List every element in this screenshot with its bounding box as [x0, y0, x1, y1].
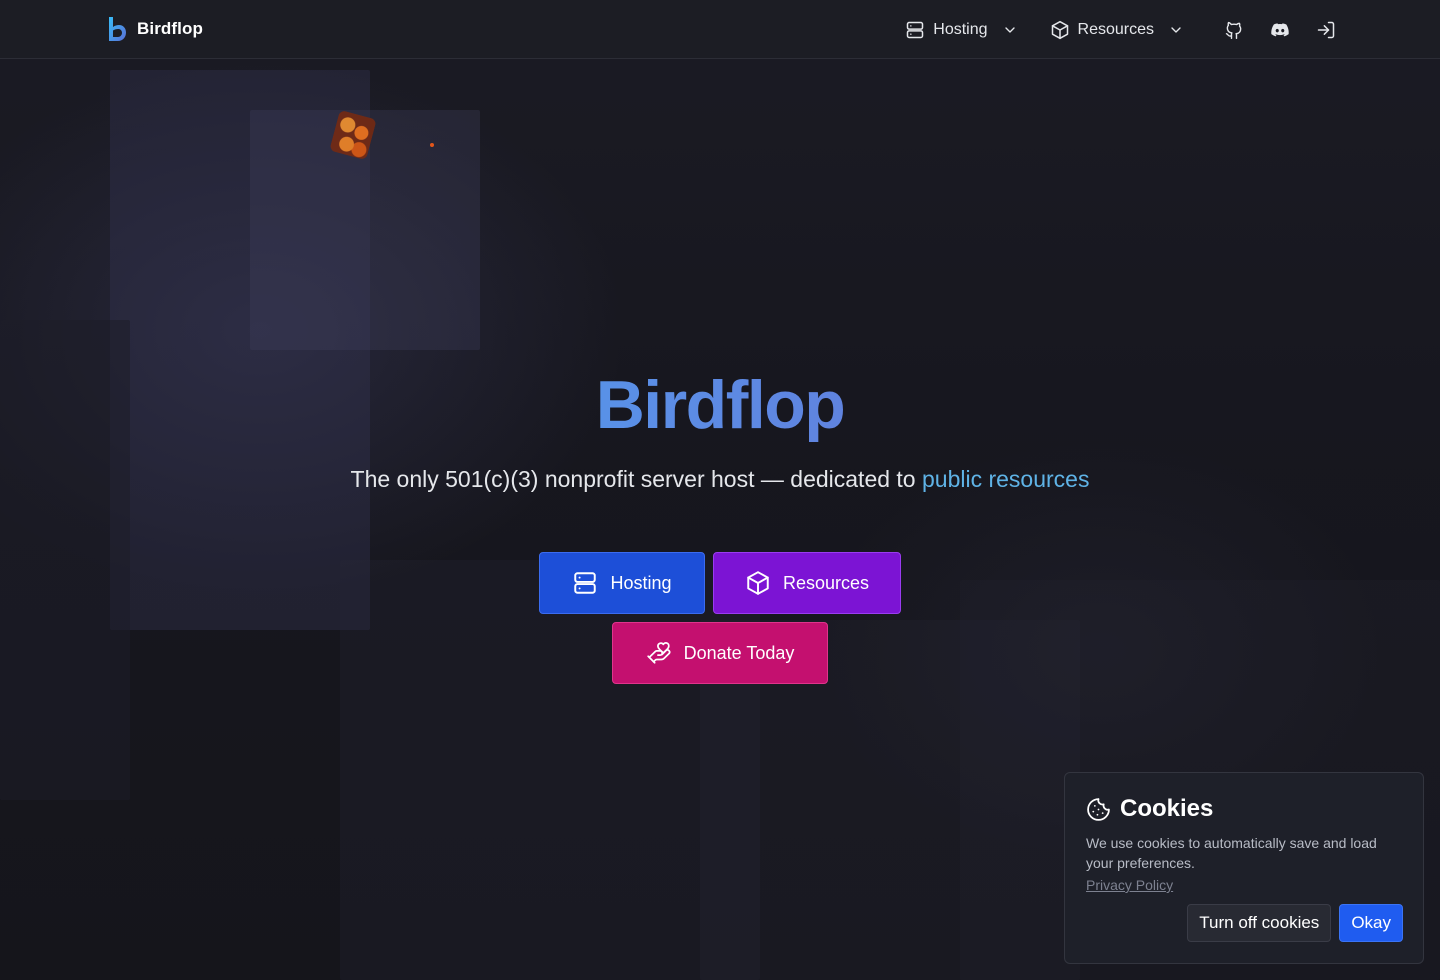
hosting-button[interactable]: Hosting: [539, 552, 705, 614]
privacy-policy-link[interactable]: Privacy Policy: [1086, 877, 1173, 893]
server-icon: [574, 572, 597, 594]
hero-title: Birdflop: [0, 366, 1440, 444]
hero-subtitle: The only 501(c)(3) nonprofit server host…: [0, 466, 1440, 493]
cookie-icon: [1087, 797, 1110, 821]
resources-button-label: Resources: [782, 572, 870, 593]
cookie-title: Cookies: [1120, 795, 1214, 822]
cube-icon: [747, 571, 769, 595]
resources-button[interactable]: Resources: [713, 552, 901, 614]
hero-subtitle-text: The only 501(c)(3) nonprofit server host…: [350, 466, 922, 492]
donate-button-label: Donate Today: [683, 642, 795, 663]
cookie-description: We use cookies to automatically save and…: [1086, 835, 1377, 871]
cookie-header: Cookies: [1086, 795, 1403, 823]
hand-heart-icon: [646, 642, 671, 664]
hosting-button-label: Hosting: [610, 572, 672, 593]
cookie-banner: Cookies We use cookies to automatically …: [1064, 772, 1424, 964]
donate-button[interactable]: Donate Today: [612, 622, 828, 684]
turn-off-cookies-button[interactable]: Turn off cookies: [1187, 904, 1332, 942]
okay-button[interactable]: Okay: [1339, 904, 1403, 942]
cookie-actions: Turn off cookies Okay: [1187, 904, 1403, 942]
public-resources-link[interactable]: public resources: [922, 466, 1089, 492]
